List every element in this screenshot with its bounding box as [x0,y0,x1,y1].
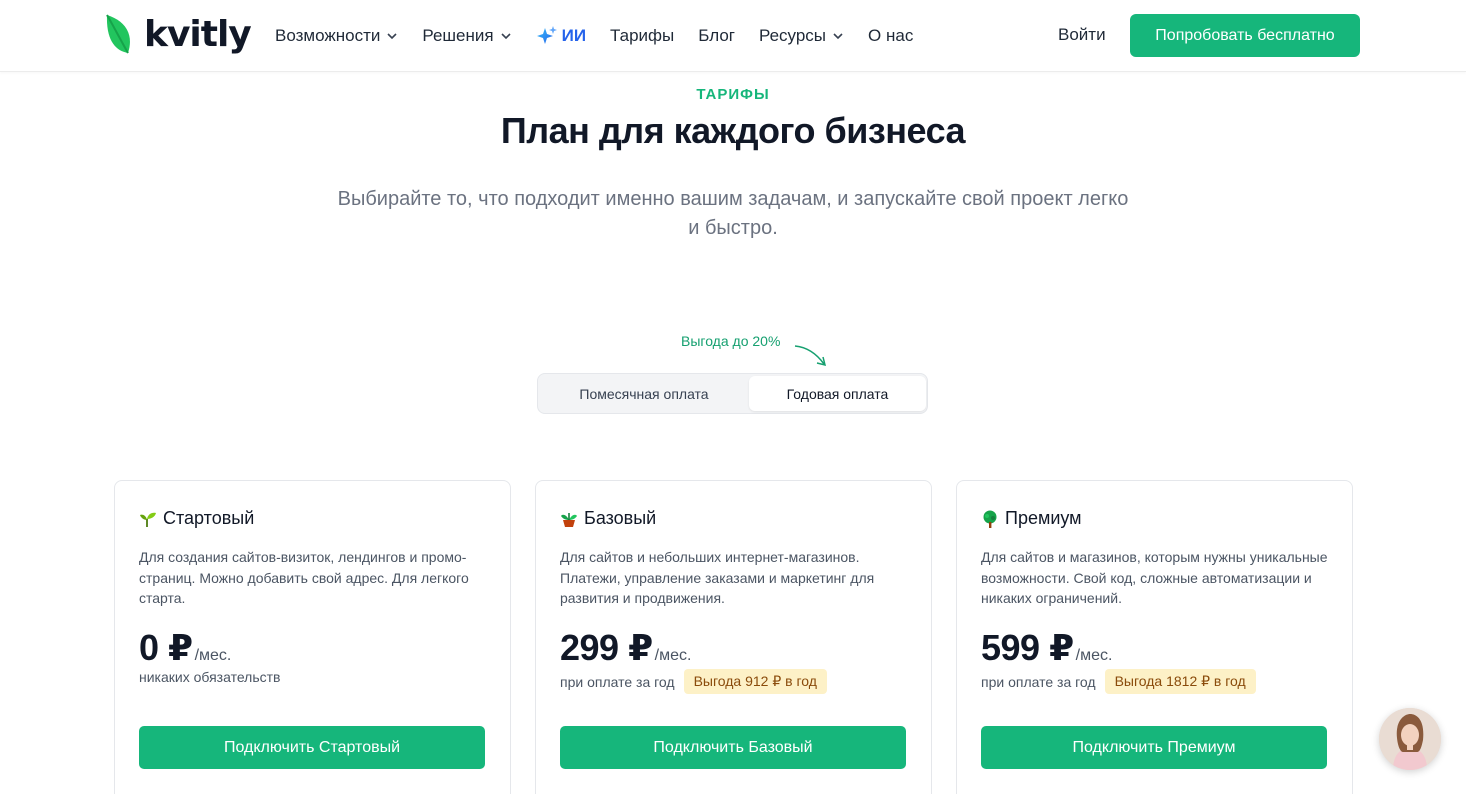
billing-toggle: Помесячная оплата Годовая оплата [537,373,928,414]
plan-card-starter: Стартовый Для создания сайтов-визиток, л… [114,480,511,794]
logo[interactable]: kvitly [104,13,252,57]
plan-name-label: Премиум [1005,508,1082,528]
chevron-down-icon [833,33,843,40]
price-note: при оплате за год [981,673,1096,690]
price-note: при оплате за год [560,673,675,690]
price-unit: /мес. [194,647,232,664]
plan-price: 599 ₽ /мес. [981,627,1112,669]
yearly-billing-option[interactable]: Годовая оплата [749,376,926,411]
leaf-logo-icon [106,14,130,54]
monthly-billing-option[interactable]: Помесячная оплата [540,376,748,411]
price-value: 299 ₽ [560,627,653,668]
try-free-button[interactable]: Попробовать бесплатно [1130,14,1360,57]
main-nav: Возможности Решения ИИ Тарифы Блог Ресур… [275,24,937,48]
page-subtitle: Выбирайте то, что подходит именно вашим … [337,188,1129,239]
plan-price: 299 ₽ /мес. [560,627,691,669]
savings-badge: Выгода 912 ₽ в год [683,669,827,694]
nav-item-label: ИИ [561,26,587,45]
plan-name: Базовый [560,508,656,529]
plan-description: Для сайтов и магазинов, которым нужны ун… [981,549,1328,606]
savings-badge: Выгода 1812 ₽ в год [1104,669,1256,694]
plan-name-label: Стартовый [163,508,255,528]
price-note-row: никаких обязательств [139,669,280,685]
curved-arrow-icon [794,345,827,367]
plan-description: Для сайтов и небольших интернет-магазино… [560,549,875,606]
chevron-down-icon [501,33,511,40]
plan-card-premium: Премиум Для сайтов и магазинов, которым … [956,480,1353,794]
price-unit: /мес. [1075,647,1113,664]
price-value: 0 ₽ [139,627,193,668]
login-link[interactable]: Войти [1058,25,1106,45]
page-title: План для каждого бизнеса [500,110,966,151]
nav-item-resources[interactable]: Ресурсы [759,26,844,46]
logo-text: kvitly [144,14,252,55]
plan-description: Для создания сайтов-визиток, лендингов и… [139,549,469,606]
support-agent-avatar-icon [1379,708,1441,770]
nav-item-label: Решения [422,26,494,45]
nav-item-features[interactable]: Возможности [275,26,398,46]
nav-item-blog[interactable]: Блог [698,26,735,46]
plan-card-basic: Базовый Для сайтов и небольших интернет-… [535,480,932,794]
sparkles-icon [536,26,557,44]
nav-item-pricing[interactable]: Тарифы [610,26,674,46]
subscribe-starter-button[interactable]: Подключить Стартовый [139,726,485,769]
subscribe-basic-button[interactable]: Подключить Базовый [560,726,906,769]
nav-item-about[interactable]: О нас [868,26,913,46]
nav-item-solutions[interactable]: Решения [422,26,511,46]
potted-plant-icon [560,510,578,528]
price-unit: /мес. [654,647,692,664]
price-value: 599 ₽ [981,627,1074,668]
section-eyebrow: ТАРИФЫ [696,86,770,103]
plan-name-label: Базовый [584,508,657,528]
price-note-row: при оплате за год Выгода 1812 ₽ в год [981,669,1256,694]
nav-item-label: Возможности [275,26,381,45]
nav-item-label: Блог [698,26,735,45]
nav-item-ai[interactable]: ИИ [536,25,586,47]
support-chat-avatar[interactable] [1379,708,1441,770]
nav-item-label: О нас [868,26,914,45]
price-note-row: при оплате за год Выгода 912 ₽ в год [560,669,827,694]
nav-item-label: Ресурсы [759,26,827,45]
nav-item-label: Тарифы [610,26,675,45]
discount-note: Выгода до 20% [681,333,781,349]
subscribe-premium-button[interactable]: Подключить Премиум [981,726,1327,769]
plan-price: 0 ₽ /мес. [139,627,231,669]
price-note: никаких обязательств [139,669,281,685]
plan-name: Премиум [981,508,1082,529]
site-header: kvitly Возможности Решения ИИ Тарифы Бло… [0,0,1466,72]
chevron-down-icon [387,33,397,40]
seedling-icon [139,510,157,528]
tree-icon [981,510,999,528]
plan-name: Стартовый [139,508,254,529]
